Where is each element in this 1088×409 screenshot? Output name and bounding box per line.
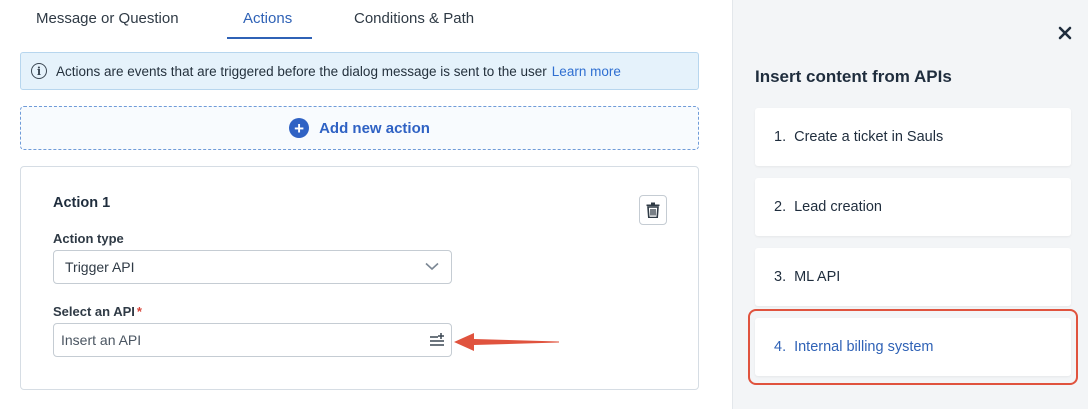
required-mark: *: [136, 304, 142, 319]
select-api-label: Select an API *: [53, 304, 142, 319]
close-icon[interactable]: [1058, 26, 1072, 40]
api-item-internal-billing[interactable]: 4. Internal billing system: [755, 318, 1071, 376]
api-item-label: Create a ticket in Sauls: [794, 129, 944, 145]
delete-action-button[interactable]: [639, 195, 667, 225]
info-text: Actions are events that are triggered be…: [56, 63, 547, 79]
add-new-action-label: Add new action: [319, 119, 430, 137]
action-type-select[interactable]: Trigger API: [53, 250, 452, 284]
api-item-lead-creation[interactable]: 2. Lead creation: [755, 178, 1071, 236]
dialog-editor: Message or Question Actions Conditions &…: [0, 0, 732, 409]
learn-more-link[interactable]: Learn more: [552, 64, 621, 79]
action-title: Action 1: [53, 195, 111, 211]
panel-title: Insert content from APIs: [755, 67, 952, 86]
api-item-number: 3.: [774, 269, 787, 285]
tab-actions[interactable]: Actions: [243, 10, 292, 27]
action-card: Action 1 Action type Trigger API Select …: [20, 166, 699, 390]
action-type-value: Trigger API: [65, 259, 135, 275]
tab-bar: Message or Question Actions Conditions &…: [0, 0, 732, 40]
action-type-label: Action type: [53, 231, 124, 246]
plus-circle-icon: +: [289, 118, 310, 138]
annotation-arrow-icon: [454, 333, 559, 351]
tab-message-or-question[interactable]: Message or Question: [36, 10, 179, 27]
api-item-number: 2.: [774, 199, 787, 215]
add-new-action-button[interactable]: + Add new action: [20, 106, 699, 150]
select-api-input[interactable]: [53, 323, 452, 357]
api-panel: Insert content from APIs 1. Create a tic…: [732, 0, 1088, 409]
tab-conditions-path[interactable]: Conditions & Path: [354, 10, 474, 27]
info-icon: i: [31, 63, 47, 79]
api-item-number: 4.: [774, 339, 787, 355]
api-item-label: Lead creation: [794, 199, 882, 215]
api-item-ml-api[interactable]: 3. ML API: [755, 248, 1071, 306]
api-item-label: Internal billing system: [794, 339, 934, 355]
api-item-create-ticket[interactable]: 1. Create a ticket in Sauls: [755, 108, 1071, 166]
chevron-down-icon: [425, 262, 439, 271]
active-tab-indicator: [227, 37, 312, 39]
info-banner: i Actions are events that are triggered …: [20, 52, 699, 90]
api-item-label: ML API: [794, 269, 841, 285]
api-item-number: 1.: [774, 129, 787, 145]
trash-icon: [646, 202, 660, 218]
insert-list-icon[interactable]: [429, 332, 445, 348]
